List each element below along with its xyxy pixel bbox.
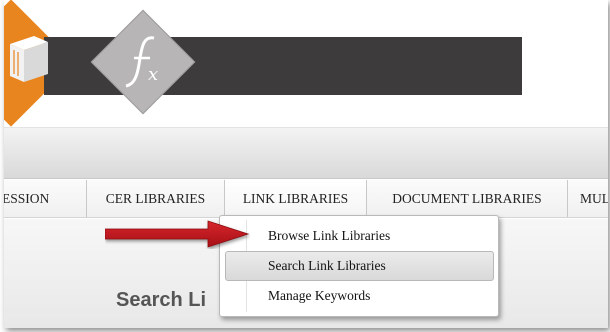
menu-item-browse-link-libraries[interactable]: Browse Link Libraries	[225, 221, 494, 251]
book-logo-icon	[10, 36, 48, 82]
header: x	[4, 0, 608, 127]
menu-item-label: Browse Link Libraries	[268, 228, 391, 243]
menu-item-manage-keywords[interactable]: Manage Keywords	[225, 281, 494, 311]
fx-formula-logo-icon: x	[125, 36, 158, 88]
main-nav: ESSION CER LIBRARIES LINK LIBRARIES DOCU…	[4, 180, 608, 218]
menu-item-search-link-libraries[interactable]: Search Link Libraries	[225, 251, 494, 281]
nav-item-link-libraries[interactable]: LINK LIBRARIES	[225, 180, 367, 217]
nav-item-label: CER LIBRARIES	[105, 190, 206, 206]
menu-item-label: Search Link Libraries	[268, 258, 386, 273]
nav-item-label: DOCUMENT LIBRARIES	[392, 190, 542, 206]
nav-item-session[interactable]: ESSION	[4, 180, 87, 217]
nav-item-label: LINK LIBRARIES	[242, 190, 349, 206]
page-title: Search Li	[116, 289, 207, 311]
menu-item-label: Manage Keywords	[268, 288, 371, 303]
red-arrow-icon	[105, 220, 250, 248]
nav-item-multi[interactable]: MUL	[568, 180, 608, 217]
nav-item-label: ESSION	[4, 190, 50, 206]
svg-text:x: x	[148, 64, 158, 85]
nav-item-cer-libraries[interactable]: CER LIBRARIES	[87, 180, 225, 217]
link-libraries-dropdown-menu: Browse Link Libraries Search Link Librar…	[219, 215, 499, 317]
nav-item-label: MUL	[580, 190, 608, 206]
nav-item-document-libraries[interactable]: DOCUMENT LIBRARIES	[367, 180, 568, 217]
app-window: x ESSION CER LIBRARIES LINK LIBRARIES DO…	[4, 0, 608, 328]
toolbar-band	[4, 127, 608, 179]
